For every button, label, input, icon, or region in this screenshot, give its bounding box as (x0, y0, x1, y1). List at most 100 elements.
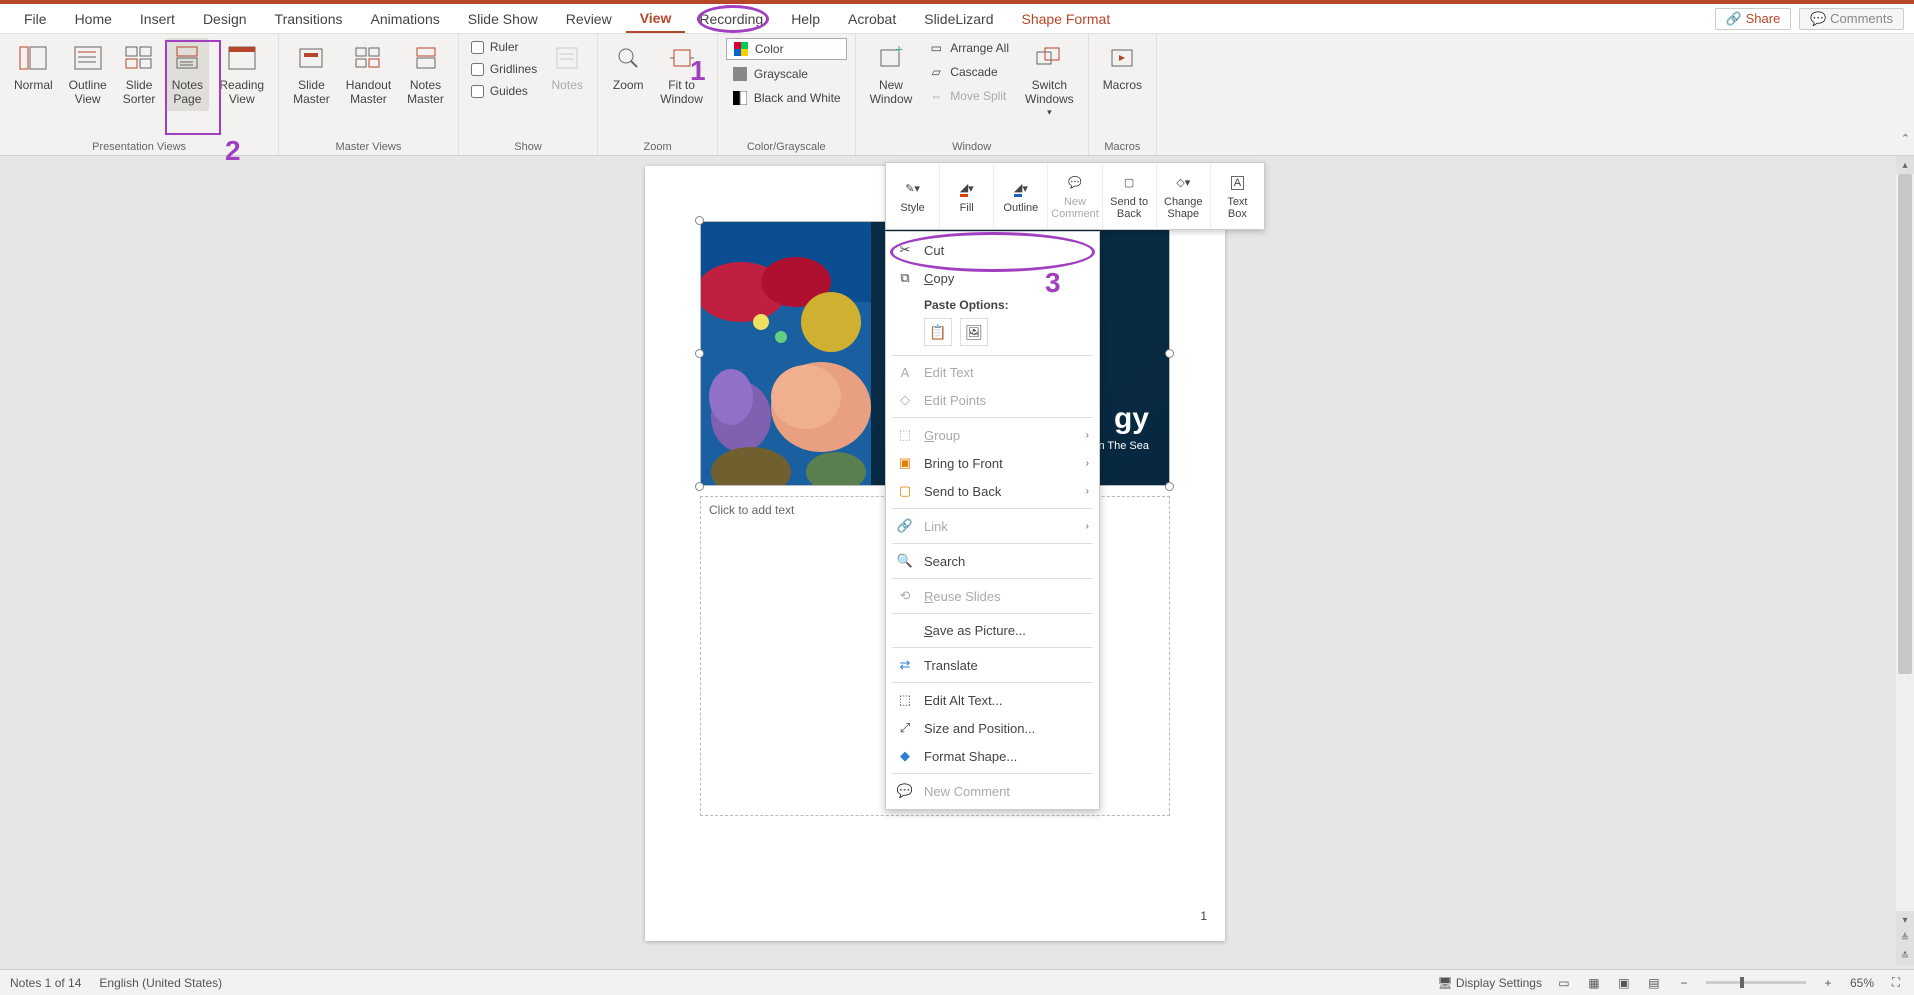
mini-change-shape-button[interactable]: ◇▾Change Shape (1157, 163, 1211, 229)
ctx-cut[interactable]: ✂Cut (886, 236, 1099, 264)
grayscale-label: Grayscale (754, 67, 808, 81)
mini-send-back-button[interactable]: ▢Send to Back (1103, 163, 1157, 229)
grayscale-button[interactable]: Grayscale (726, 64, 847, 84)
language-indicator[interactable]: English (United States) (99, 976, 222, 990)
edit-text-label: Edit Text (924, 365, 974, 380)
reading-view-button[interactable]: Reading View (213, 38, 270, 111)
collapse-ribbon-button[interactable]: ⌃ (1901, 132, 1910, 145)
normal-label: Normal (14, 78, 53, 92)
fill-icon: ◢▾ (957, 179, 977, 199)
selection-handle-bl[interactable] (695, 482, 704, 491)
zoom-slider[interactable] (1706, 981, 1806, 984)
macros-button[interactable]: Macros (1097, 38, 1148, 96)
slide-sorter-button[interactable]: Slide Sorter (117, 38, 162, 111)
page-number: 1 (1200, 909, 1207, 923)
display-settings-label: Display Settings (1456, 976, 1542, 990)
slide-master-button[interactable]: Slide Master (287, 38, 336, 111)
tab-design[interactable]: Design (189, 6, 261, 32)
slide-sorter-sb-button[interactable]: ▦ (1586, 975, 1602, 991)
vertical-scrollbar[interactable]: ▴ ▾ ≜ ≛ (1896, 156, 1914, 965)
paste-use-destination-button[interactable]: 📋 (924, 318, 952, 346)
mini-text-box-button[interactable]: AText Box (1211, 163, 1264, 229)
tab-slide-show[interactable]: Slide Show (454, 6, 552, 32)
selection-handle-ml[interactable] (695, 349, 704, 358)
tab-shape-format[interactable]: Shape Format (1008, 6, 1125, 32)
send-back-icon: ▢ (1119, 173, 1139, 193)
ctx-size-position[interactable]: ⤢Size and Position... (886, 714, 1099, 742)
tab-transitions[interactable]: Transitions (261, 6, 357, 32)
normal-view-button[interactable]: Normal (8, 38, 59, 96)
ruler-checkbox[interactable]: Ruler (467, 38, 541, 56)
zoom-in-button[interactable]: + (1820, 975, 1836, 991)
new-comment-label: New Comment (924, 784, 1010, 799)
zoom-group-label: Zoom (606, 139, 709, 153)
notes-counter: Notes 1 of 14 (10, 976, 81, 990)
notes-page-button[interactable]: Notes Page (165, 38, 209, 111)
selection-handle-tl[interactable] (695, 216, 704, 225)
color-group-label: Color/Grayscale (726, 139, 847, 153)
ctx-sep-3 (892, 508, 1093, 509)
tab-insert[interactable]: Insert (126, 6, 189, 32)
ctx-copy[interactable]: ⧉Copy (886, 264, 1099, 292)
tab-acrobat[interactable]: Acrobat (834, 6, 910, 32)
translate-icon: ⇄ (896, 657, 914, 673)
reading-view-sb-button[interactable]: ▣ (1616, 975, 1632, 991)
tab-file[interactable]: File (10, 6, 61, 32)
slideshow-sb-button[interactable]: ▤ (1646, 975, 1662, 991)
normal-view-sb-button[interactable]: ▭ (1556, 975, 1572, 991)
ctx-save-picture[interactable]: Save as Picture... (886, 617, 1099, 644)
scroll-thumb[interactable] (1898, 174, 1912, 674)
tab-slidelizard[interactable]: SlideLizard (910, 6, 1007, 32)
selection-handle-br[interactable] (1165, 482, 1174, 491)
notes-master-button[interactable]: Notes Master (401, 38, 450, 111)
ctx-search[interactable]: 🔍Search (886, 547, 1099, 575)
zoom-percentage[interactable]: 65% (1850, 976, 1874, 990)
mini-fill-button[interactable]: ◢▾Fill (940, 163, 994, 229)
ctx-alt-text[interactable]: ⬚Edit Alt Text... (886, 686, 1099, 714)
ctx-bring-front[interactable]: ▣Bring to Front› (886, 449, 1099, 477)
group-window: +New Window ▭Arrange All ▱Cascade ⇔Move … (856, 34, 1089, 155)
tab-review[interactable]: Review (552, 6, 626, 32)
switch-windows-button[interactable]: Switch Windows▾ (1019, 38, 1080, 122)
gridlines-checkbox[interactable]: Gridlines (467, 60, 541, 78)
tab-animations[interactable]: Animations (356, 6, 453, 32)
mini-outline-label: Outline (1003, 202, 1038, 214)
ctx-format-shape[interactable]: ◆Format Shape... (886, 742, 1099, 770)
next-slide-button[interactable]: ≛ (1896, 947, 1914, 965)
group-show: Ruler Gridlines Guides Notes Show (459, 34, 598, 155)
share-button[interactable]: 🔗 Share (1715, 8, 1792, 30)
cascade-button[interactable]: ▱Cascade (922, 62, 1015, 82)
display-settings-button[interactable]: 🖥 Display Settings (1437, 976, 1542, 990)
color-button[interactable]: Color (726, 38, 847, 60)
tab-home[interactable]: Home (61, 6, 126, 32)
scroll-down-button[interactable]: ▾ (1896, 911, 1914, 929)
zoom-out-button[interactable]: − (1676, 975, 1692, 991)
handout-master-button[interactable]: Handout Master (340, 38, 397, 111)
mini-style-button[interactable]: ✎▾Style (886, 163, 940, 229)
fit-to-window-sb-button[interactable]: ⛶ (1888, 975, 1904, 991)
scroll-up-button[interactable]: ▴ (1896, 156, 1914, 174)
guides-checkbox[interactable]: Guides (467, 82, 541, 100)
mini-text-box-label: Text Box (1227, 196, 1247, 220)
mini-outline-button[interactable]: ◢▾Outline (994, 163, 1048, 229)
zoom-button[interactable]: Zoom (606, 38, 650, 96)
comments-button[interactable]: 💬 Comments (1799, 8, 1904, 30)
mini-toolbar: ✎▾Style ◢▾Fill ◢▾Outline 💬New Comment ▢S… (885, 162, 1265, 230)
black-white-button[interactable]: Black and White (726, 88, 847, 108)
tab-help[interactable]: Help (777, 6, 834, 32)
reuse-slides-icon: ⟲ (896, 588, 914, 604)
fit-to-window-button[interactable]: Fit to Window (654, 38, 709, 111)
selection-handle-mr[interactable] (1165, 349, 1174, 358)
arrange-all-button[interactable]: ▭Arrange All (922, 38, 1015, 58)
ctx-send-back[interactable]: ▢Send to Back› (886, 477, 1099, 505)
prev-slide-button[interactable]: ≜ (1896, 929, 1914, 947)
tab-recording[interactable]: Recording (685, 6, 777, 32)
scroll-track[interactable] (1896, 174, 1914, 911)
paste-picture-button[interactable]: 🖼 (960, 318, 988, 346)
tab-view[interactable]: View (626, 5, 686, 33)
cascade-icon: ▱ (928, 64, 944, 80)
zoom-slider-thumb[interactable] (1740, 977, 1744, 988)
outline-view-button[interactable]: Outline View (63, 38, 113, 111)
ctx-translate[interactable]: ⇄Translate (886, 651, 1099, 679)
new-window-button[interactable]: +New Window (864, 38, 919, 111)
